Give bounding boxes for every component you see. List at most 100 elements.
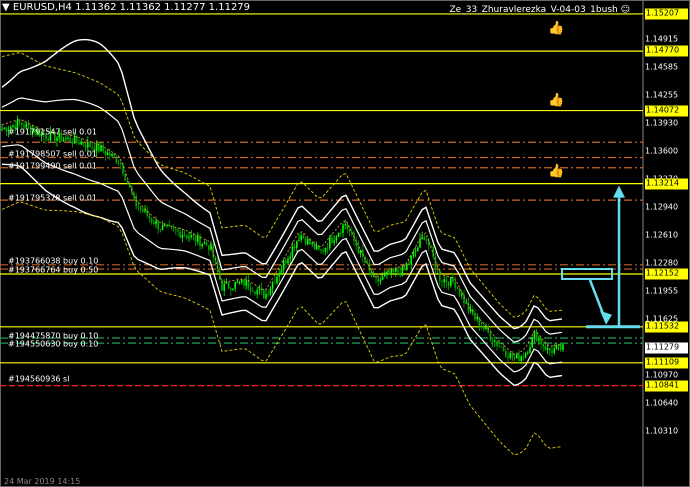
candle-body-157	[346, 224, 349, 230]
thumbs-up-icon: 👍	[548, 163, 565, 179]
price-level-box: 1.11279	[645, 342, 688, 354]
order-label: #191791547 sell 0.01	[8, 127, 97, 137]
candle-body-93	[205, 242, 208, 246]
candle-body-105	[232, 288, 234, 291]
candle-body-240	[529, 347, 531, 353]
candle-body-94	[208, 245, 210, 250]
candle-body-227	[500, 346, 503, 348]
candle-body-114	[252, 290, 254, 292]
candle-body-103	[227, 282, 230, 289]
price-level-box: 1.10841	[645, 380, 688, 392]
candle-body-108	[238, 282, 241, 284]
candle-body-72	[159, 229, 162, 231]
candle-body-180	[397, 269, 399, 273]
candle-body-68	[150, 217, 153, 222]
candle-body-82	[181, 235, 184, 238]
order-label: #191795378 sell 0.01	[8, 193, 97, 203]
price-level-box: 1.12152	[645, 268, 688, 280]
candle-body-182	[401, 265, 404, 276]
candle-body-127	[280, 269, 283, 275]
candle-body-98	[216, 260, 219, 272]
price-tick-label: 1.14255	[645, 90, 679, 100]
price-chart[interactable]	[0, 0, 690, 487]
candle-body-171	[377, 278, 379, 282]
candle-body-224	[494, 340, 496, 342]
candle-body-251	[553, 348, 555, 353]
candle-body-186	[410, 256, 412, 264]
price-level-box: 1.14770	[645, 45, 688, 57]
symbol-info: EURUSD,H4 1.11362 1.11362 1.11277 1.1127…	[12, 2, 251, 13]
order-label: #193766038 buy 0.10	[8, 256, 99, 266]
candle-body-117	[258, 288, 261, 291]
price-tick-label: 1.12610	[645, 230, 679, 240]
candle-body-36	[80, 142, 82, 145]
candle-body-32	[71, 141, 74, 144]
candle-body-39	[87, 142, 89, 148]
candle-body-230	[507, 356, 509, 358]
candle-body-144	[318, 245, 320, 250]
candle-body-0	[1, 128, 3, 130]
candle-body-1	[3, 127, 5, 129]
candle-body-161	[355, 240, 357, 247]
candle-body-116	[256, 290, 258, 294]
smiley-icon: ☺	[620, 5, 630, 15]
candle-body-139	[307, 238, 309, 245]
candle-body-135	[298, 239, 300, 241]
candle-body-131	[289, 256, 291, 260]
candle-body-232	[511, 352, 514, 358]
candle-body-86	[190, 235, 192, 238]
candle-body-2	[5, 127, 8, 132]
price-level-box: 1.14072	[645, 105, 688, 117]
candle-body-29	[65, 138, 67, 140]
candle-body-199	[439, 269, 441, 282]
candle-body-246	[542, 343, 544, 347]
candle-body-30	[67, 137, 69, 139]
price-level-box: 1.13214	[645, 178, 688, 190]
price-tick-label: 1.10970	[645, 370, 679, 380]
candle-body-255	[562, 343, 564, 351]
candle-body-115	[254, 291, 256, 294]
candle-body-31	[69, 137, 71, 142]
arrow-down-head	[600, 310, 612, 325]
candle-body-119	[263, 289, 265, 299]
candle-body-149	[329, 237, 331, 249]
candle-body-217	[478, 317, 481, 327]
candle-body-66	[146, 209, 148, 216]
order-label: #191799490 sell 0.01	[8, 161, 97, 171]
candle-body-175	[386, 271, 388, 275]
candle-body-142	[313, 243, 316, 250]
price-tick-label: 1.14585	[645, 62, 679, 72]
candle-body-222	[489, 332, 492, 340]
candle-body-248	[546, 347, 549, 351]
candle-body-38	[84, 145, 87, 148]
candle-body-247	[544, 346, 547, 351]
candle-body-185	[408, 263, 410, 266]
candle-body-147	[324, 247, 327, 252]
candle-body-148	[326, 247, 329, 249]
candle-body-201	[443, 279, 445, 283]
candle-body-50	[111, 153, 113, 156]
candle-body-155	[342, 224, 344, 233]
candle-body-133	[293, 246, 296, 249]
price-tick-label: 1.10640	[645, 398, 679, 408]
candle-body-67	[148, 215, 151, 218]
candle-body-239	[527, 352, 529, 354]
candle-body-123	[271, 282, 274, 289]
candle-body-225	[496, 340, 498, 346]
candle-body-137	[302, 235, 305, 239]
thumbs-up-icon: 👍	[548, 20, 565, 36]
candle-body-69	[153, 221, 155, 225]
candle-body-151	[333, 240, 335, 243]
candle-body-79	[175, 228, 177, 231]
candle-body-209	[461, 294, 463, 296]
candle-body-25	[56, 138, 58, 141]
order-label: #193766764 buy 0.50	[8, 265, 99, 275]
candle-body-56	[124, 173, 126, 181]
candle-body-54	[120, 162, 122, 164]
candle-body-74	[164, 225, 166, 227]
candle-body-153	[337, 232, 340, 237]
price-level-box: 1.11532	[645, 321, 688, 333]
candle-body-110	[243, 279, 245, 286]
candle-body-106	[234, 282, 236, 289]
candle-body-231	[509, 352, 511, 358]
